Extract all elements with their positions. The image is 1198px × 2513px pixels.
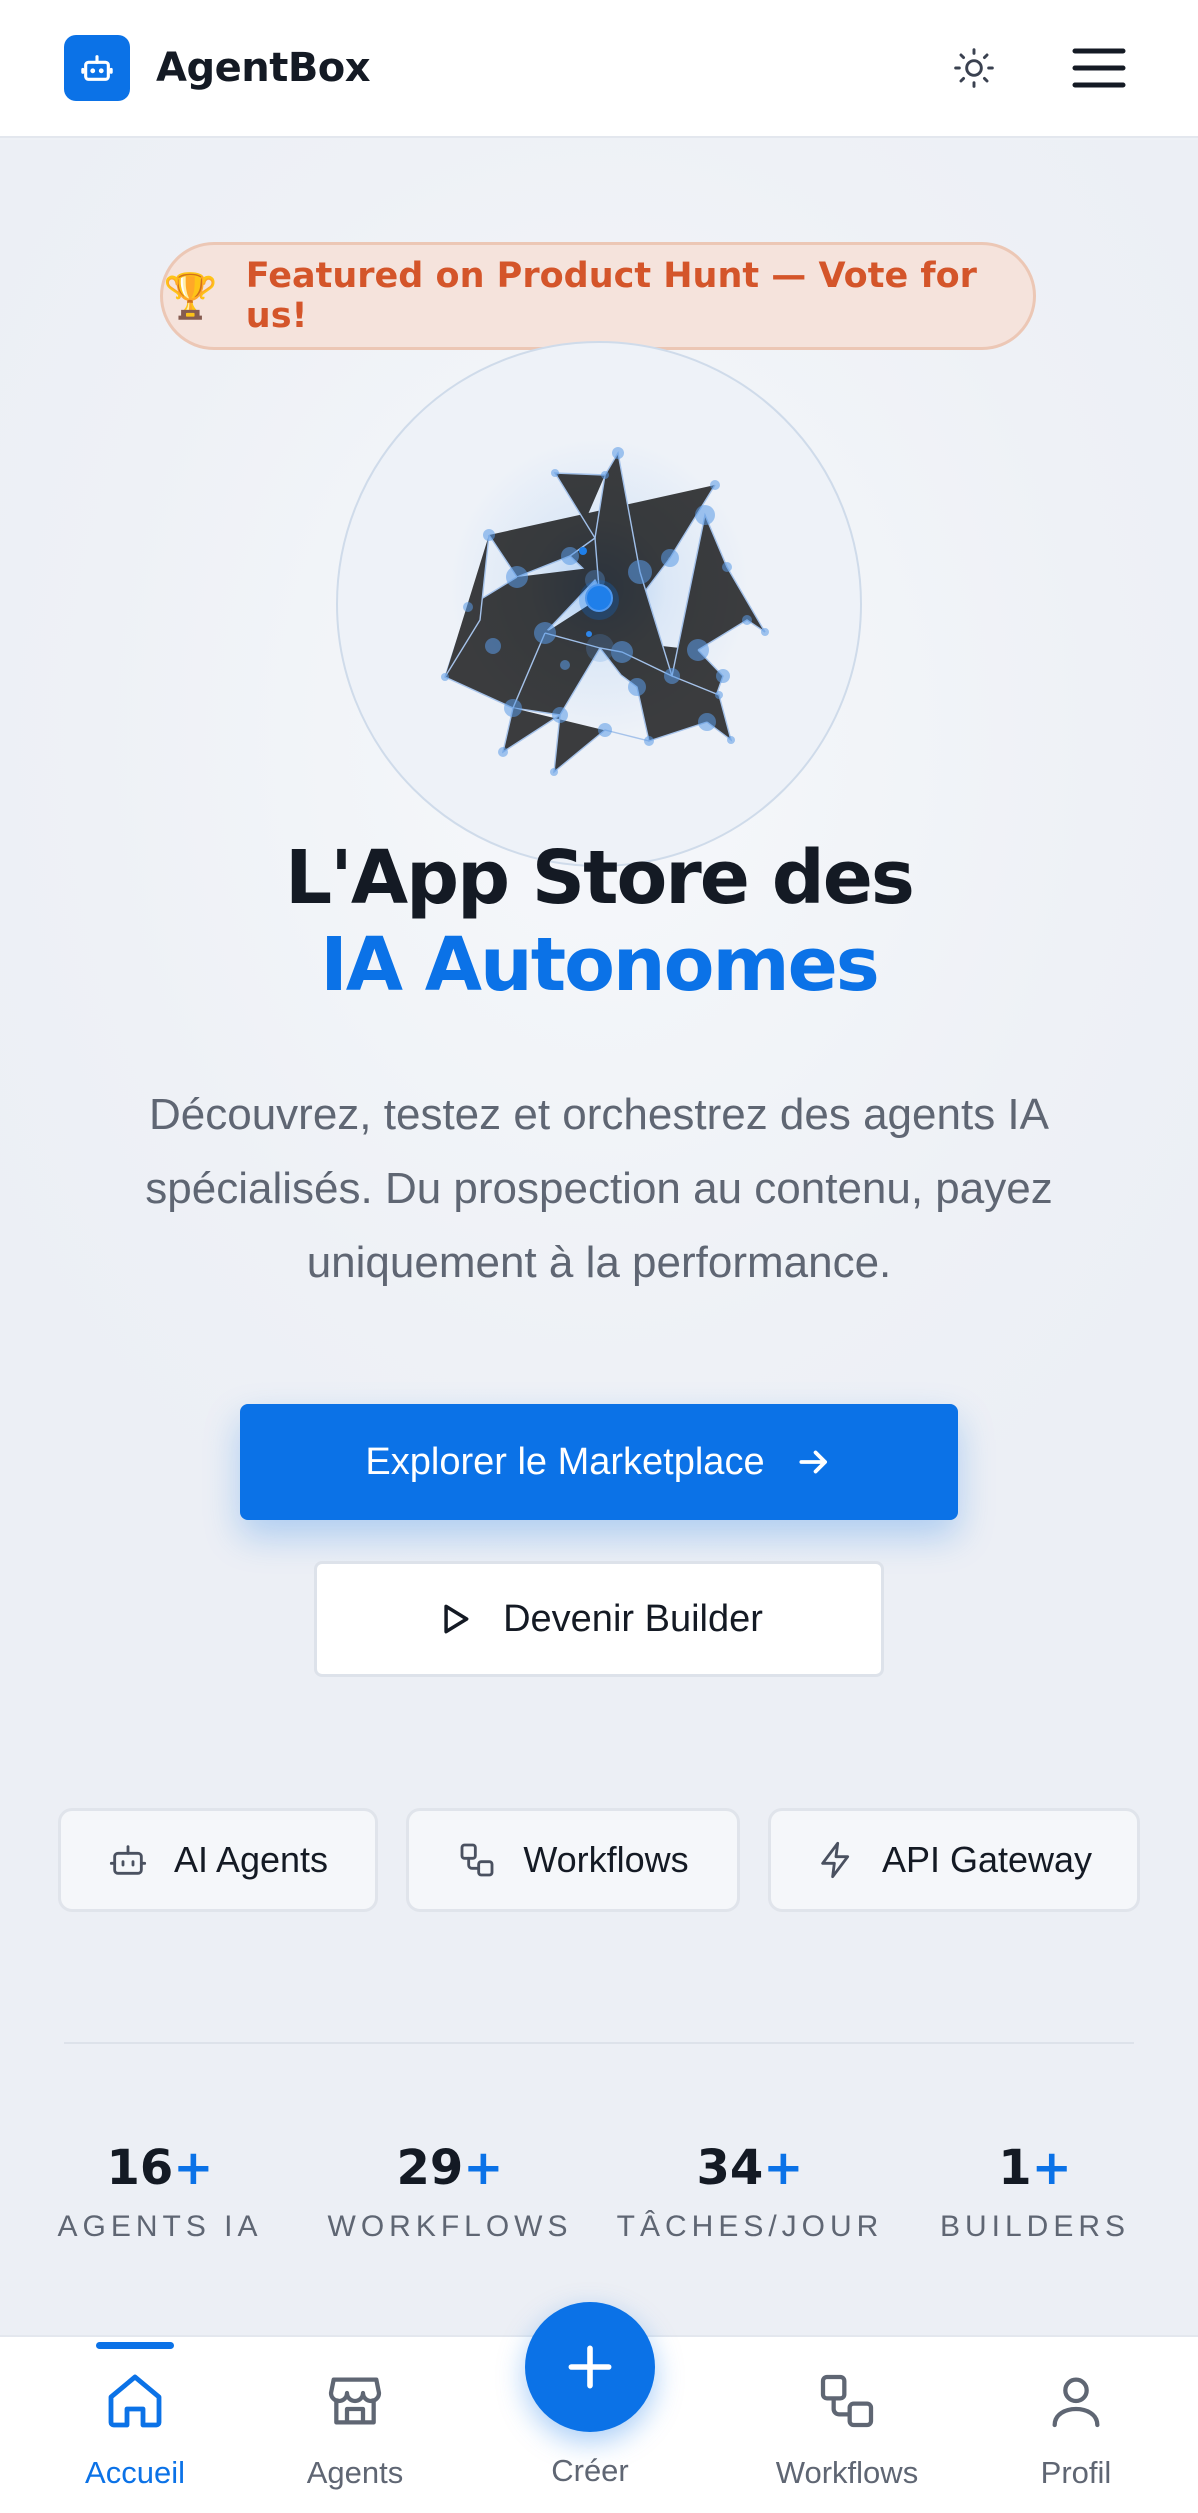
product-hunt-badge[interactable]: 🏆 Featured on Product Hunt — Vote for us… xyxy=(160,242,1036,350)
nav-label: Agents xyxy=(306,2455,404,2490)
feature-chips: AI Agents Workflows API Gateway xyxy=(58,1808,1140,1912)
explore-marketplace-label: Explorer le Marketplace xyxy=(365,1440,765,1483)
home-icon xyxy=(50,2369,220,2433)
nav-item-workflows[interactable]: Workflows xyxy=(762,2337,932,2513)
nav-item-accueil[interactable]: Accueil xyxy=(50,2337,220,2513)
stat-value: 29+ xyxy=(396,2140,504,2196)
chip-ai-agents[interactable]: AI Agents xyxy=(58,1808,378,1912)
hero-section: 🏆 Featured on Product Hunt — Vote for us… xyxy=(0,140,1198,2335)
stat-value: 1+ xyxy=(998,2140,1072,2196)
stat-label: AGENTS IA xyxy=(57,2210,263,2243)
hero-title-line1: L'App Store des xyxy=(285,835,915,921)
sun-icon[interactable] xyxy=(944,38,1004,98)
lightning-icon xyxy=(816,1840,856,1880)
stat-value: 34+ xyxy=(696,2140,804,2196)
chip-label: Workflows xyxy=(523,1839,689,1880)
nav-item-profil[interactable]: Profil xyxy=(991,2337,1161,2513)
stat-agents: 16+ AGENTS IA xyxy=(40,2140,280,2244)
play-icon xyxy=(435,1600,473,1638)
badge-text: Featured on Product Hunt — Vote for us! xyxy=(245,256,977,336)
stat-workflows: 29+ WORKFLOWS xyxy=(305,2140,595,2244)
hero-subtitle: Découvrez, testez et orchestrez des agen… xyxy=(145,1090,1053,1287)
brand-name[interactable]: AgentBox xyxy=(156,45,371,91)
nav-label: Accueil xyxy=(85,2455,185,2490)
stat-label: BUILDERS xyxy=(939,2210,1131,2243)
explore-marketplace-button[interactable]: Explorer le Marketplace xyxy=(240,1404,958,1520)
user-icon xyxy=(991,2369,1161,2433)
nav-item-agents[interactable]: Agents xyxy=(270,2337,440,2513)
nav-label: Profil xyxy=(1040,2455,1112,2490)
workflow-icon xyxy=(457,1840,497,1880)
plus-icon xyxy=(568,2345,612,2389)
robot-icon xyxy=(108,1840,148,1880)
stat-value: 16+ xyxy=(106,2140,214,2196)
stats-row: 16+ AGENTS IA 29+ WORKFLOWS 34+ TÂCHES/J… xyxy=(0,2140,1198,2300)
store-icon xyxy=(270,2369,440,2433)
become-builder-label: Devenir Builder xyxy=(503,1597,763,1640)
hamburger-menu-icon[interactable] xyxy=(1064,38,1134,98)
trophy-icon: 🏆 xyxy=(163,272,218,321)
stat-builders: 1+ BUILDERS xyxy=(915,2140,1155,2244)
top-header: AgentBox xyxy=(0,0,1198,138)
become-builder-button[interactable]: Devenir Builder xyxy=(314,1561,884,1677)
nav-label: Workflows xyxy=(775,2455,919,2490)
arrow-right-icon xyxy=(795,1443,833,1481)
chip-workflows[interactable]: Workflows xyxy=(406,1808,740,1912)
stat-tasks-per-day: 34+ TÂCHES/JOUR xyxy=(605,2140,895,2244)
ai-network-illustration xyxy=(336,341,862,867)
workflow-icon xyxy=(762,2369,932,2433)
section-divider xyxy=(64,2042,1134,2044)
hero-title-line2: IA Autonomes xyxy=(320,922,880,1008)
robot-icon[interactable] xyxy=(64,35,130,101)
stat-label: TÂCHES/JOUR xyxy=(616,2210,884,2243)
stat-label: WORKFLOWS xyxy=(327,2210,573,2243)
chip-label: AI Agents xyxy=(173,1839,329,1880)
chip-label: API Gateway xyxy=(881,1839,1093,1880)
create-label: Créer xyxy=(551,2453,629,2488)
chip-api-gateway[interactable]: API Gateway xyxy=(768,1808,1140,1912)
create-button[interactable] xyxy=(525,2302,655,2432)
